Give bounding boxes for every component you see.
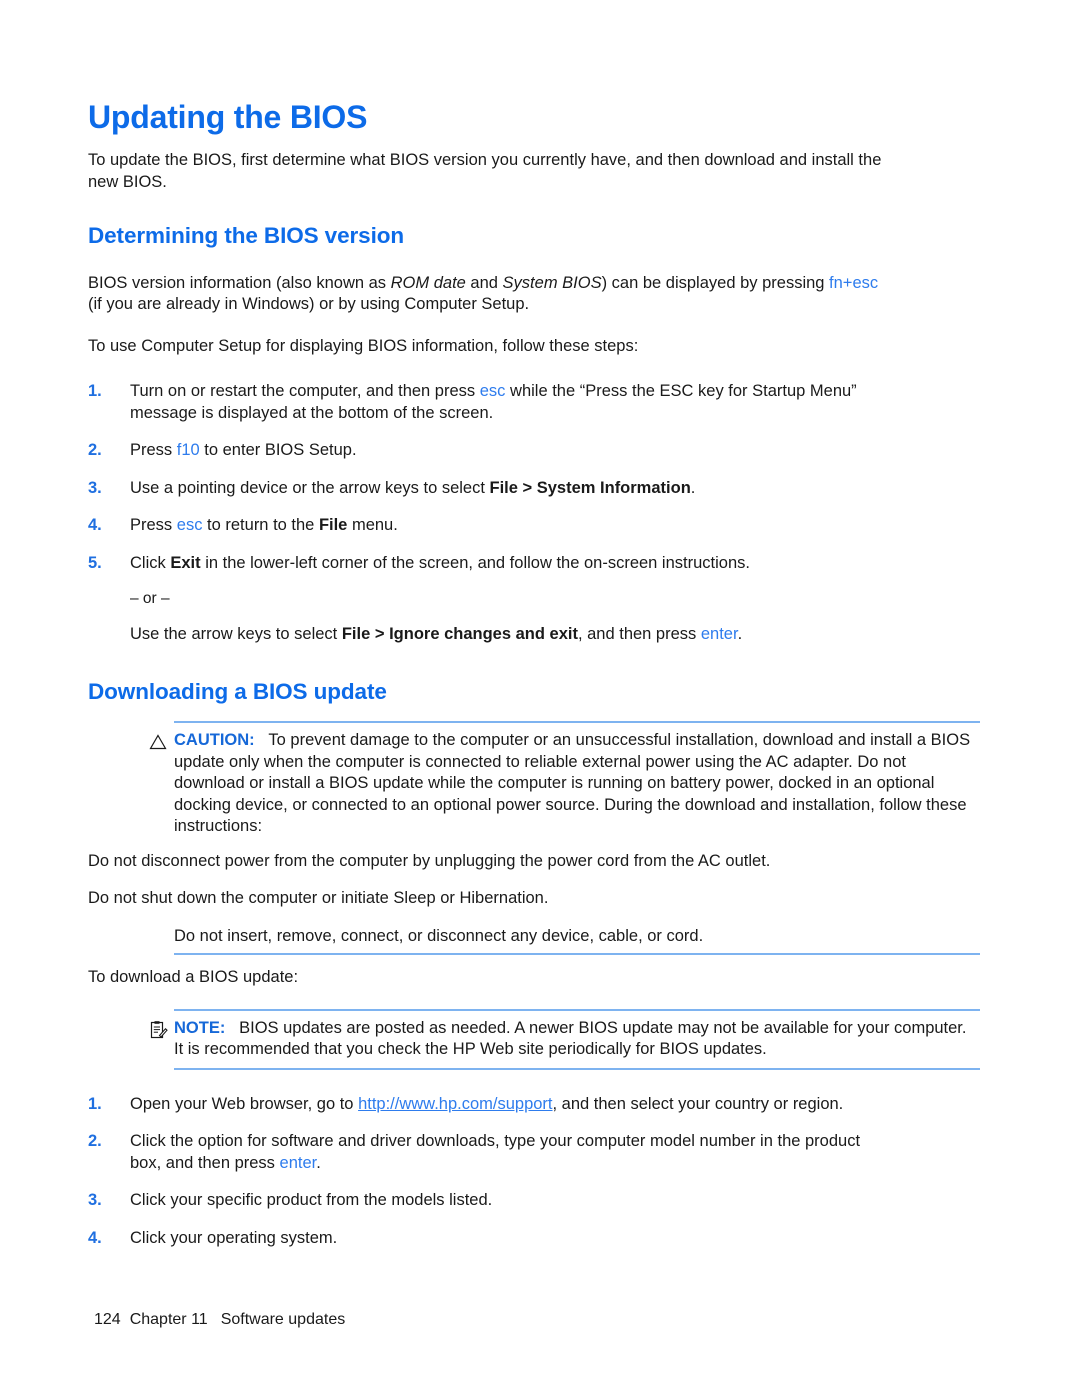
text-run: Click [130, 553, 171, 572]
or-divider: – or – [130, 590, 170, 608]
list-item: 2. Click the option for software and dri… [88, 1131, 894, 1174]
computer-setup-paragraph: To use Computer Setup for displaying BIO… [88, 336, 639, 355]
list-item-text: Turn on or restart the computer, and the… [130, 382, 857, 422]
text-run: Use a pointing device or the arrow keys … [130, 478, 490, 497]
footer-chapter-title: Software updates [220, 1311, 346, 1328]
key-enter: enter [700, 624, 738, 643]
list-item: 1. Open your Web browser, go to http://w… [88, 1094, 894, 1116]
note-clipboard-icon [148, 1020, 168, 1040]
warning-triangle-icon [148, 732, 168, 752]
footer-chapter: Chapter 11 [129, 1311, 208, 1328]
bios-version-paragraph: BIOS version information (also known as … [88, 273, 894, 316]
menu-path-ignore-changes-and-exit: File > Ignore changes and exit [341, 624, 578, 643]
list-number: 4. [88, 516, 102, 535]
list-number: 2. [88, 441, 102, 460]
key-f10: f10 [176, 441, 200, 460]
list-number: 4. [88, 1228, 102, 1247]
italic-system-bios: System BIOS [502, 273, 602, 292]
section-heading-determining: Determining the BIOS version [88, 223, 405, 248]
text-run: , and then press [577, 624, 701, 643]
list-number: 3. [88, 1191, 102, 1210]
note-admonition: NOTE: BIOS updates are posted as needed.… [150, 1008, 980, 1070]
text-run: Turn on or restart the computer, and the… [130, 382, 480, 401]
list-item-text: Use a pointing device or the arrow keys … [130, 479, 695, 497]
list-item: 1. Turn on or restart the computer, and … [88, 381, 894, 424]
document-page: Updating the BIOS To update the BIOS, fi… [0, 0, 1080, 1397]
list-item: 2. Press f10 to enter BIOS Setup. [88, 440, 894, 462]
list-item-text: Click your operating system. [130, 1228, 338, 1247]
list-number: 3. [88, 478, 102, 497]
text-run: Press [130, 516, 177, 535]
caution-label: CAUTION: [174, 731, 255, 750]
list-number: 1. [88, 382, 102, 401]
list-item-alternate-text: Use the arrow keys to select File > Igno… [130, 625, 742, 643]
text-run: Click the option for software and driver… [130, 1132, 861, 1172]
list-item-text: Click the option for software and driver… [130, 1132, 860, 1172]
text-run: in the lower-left corner of the screen, … [200, 553, 750, 572]
caution-bullet-3: Do not insert, remove, connect, or disco… [174, 926, 704, 945]
list-item-text: Open your Web browser, go to http://www.… [130, 1095, 843, 1113]
caution-admonition-close: Do not insert, remove, connect, or disco… [174, 926, 980, 956]
text-run: BIOS version information (also known as [88, 273, 391, 292]
list-item: 3. Use a pointing device or the arrow ke… [88, 478, 894, 500]
menu-path-system-information: File > System Information [489, 478, 691, 497]
list-item: 4. Click your operating system. [88, 1228, 894, 1250]
hp-support-link[interactable]: http://www.hp.com/support [358, 1095, 552, 1113]
intro-paragraph: To update the BIOS, first determine what… [88, 151, 882, 191]
download-intro-paragraph: To download a BIOS update: [88, 968, 299, 987]
caution-admonition: CAUTION: To prevent damage to the comput… [149, 721, 980, 838]
menu-file: File [318, 516, 348, 535]
note-text: NOTE: BIOS updates are posted as needed.… [174, 1018, 980, 1061]
key-esc: esc [479, 382, 506, 401]
text-run: Open your Web browser, go to [130, 1094, 359, 1113]
text-run: Use the arrow keys to select [130, 624, 342, 643]
text-run: . [316, 1153, 321, 1172]
note-label: NOTE: [174, 1018, 226, 1037]
caution-bullet-1: Do not disconnect power from the compute… [88, 851, 771, 870]
list-item-text: Press f10 to enter BIOS Setup. [130, 441, 357, 459]
italic-rom-date: ROM date [390, 273, 466, 292]
caution-bullet-2: Do not shut down the computer or initiat… [88, 889, 549, 908]
key-esc: esc [176, 516, 203, 535]
list-item: 5. Click Exit in the lower-left corner o… [88, 553, 894, 646]
list-item: 4. Press esc to return to the File menu. [88, 515, 894, 537]
list-item-text: Click your specific product from the mod… [130, 1191, 493, 1210]
text-run: . [737, 624, 743, 643]
list-item-text: Press esc to return to the File menu. [130, 516, 398, 534]
determining-steps-list: 1. Turn on or restart the computer, and … [88, 381, 894, 645]
footer-page-number: 124 [94, 1311, 121, 1328]
key-fn-esc: fn+esc [829, 273, 879, 292]
text-run: to return to the [202, 516, 319, 535]
page-content: To update the BIOS, first determine what… [88, 150, 988, 1249]
list-item: 3. Click your specific product from the … [88, 1190, 894, 1212]
text-run: to enter BIOS Setup. [199, 441, 357, 460]
text-run: menu. [347, 516, 398, 535]
downloading-steps-list: 1. Open your Web browser, go to http://w… [88, 1094, 894, 1250]
list-item-text: Click Exit in the lower-left corner of t… [130, 554, 750, 572]
list-number: 1. [88, 1094, 102, 1113]
text-run: ) can be displayed by pressing [601, 273, 830, 292]
key-enter: enter [279, 1153, 317, 1172]
text-run: , and then select your country or region… [552, 1094, 844, 1113]
section-heading-downloading: Downloading a BIOS update [88, 679, 387, 705]
page-footer: 124 Chapter 11 Software updates [94, 1311, 345, 1329]
text-run: Press [130, 441, 177, 460]
list-number: 5. [88, 553, 102, 572]
note-body-text: BIOS updates are posted as needed. A new… [174, 1018, 967, 1059]
text-run: and [465, 273, 503, 292]
page-title: Updating the BIOS [88, 99, 368, 135]
text-run: (if you are already in Windows) or by us… [88, 295, 530, 314]
button-exit: Exit [170, 553, 201, 572]
list-number: 2. [88, 1132, 102, 1151]
caution-body-text: To prevent damage to the computer or an … [174, 731, 971, 836]
caution-text: CAUTION: To prevent damage to the comput… [174, 730, 980, 838]
text-run: . [690, 478, 696, 497]
